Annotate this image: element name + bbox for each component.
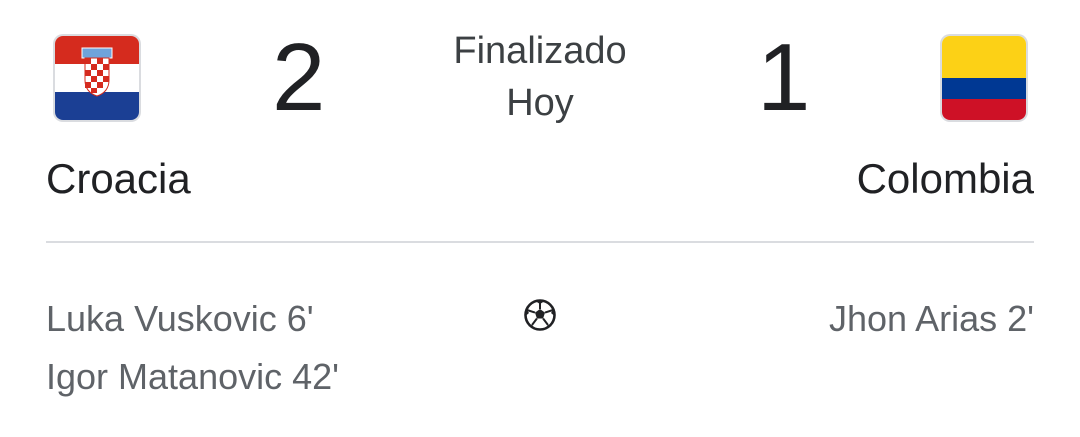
away-scorers-list: Jhon Arias 2' (829, 290, 1034, 348)
match-card[interactable]: 2 Finalizado Hoy 1 Croacia Colombia Luka… (0, 0, 1080, 437)
match-date: Hoy (506, 82, 574, 124)
colombia-flag-icon (942, 36, 1026, 120)
match-status: Finalizado (453, 30, 627, 72)
away-score: 1 (757, 24, 811, 131)
home-team-name[interactable]: Croacia (46, 154, 191, 204)
soccer-ball-icon (523, 298, 557, 332)
divider (46, 241, 1034, 243)
home-scorer: Luka Vuskovic 6' (46, 298, 314, 339)
away-team-name[interactable]: Colombia (857, 154, 1034, 204)
away-scorer: Jhon Arias 2' (829, 298, 1034, 339)
croatia-flag-icon (55, 36, 139, 120)
home-scorer: Igor Matanovic 42' (46, 356, 340, 397)
home-score: 2 (272, 24, 326, 131)
home-scorers-list: Luka Vuskovic 6' Igor Matanovic 42' (46, 290, 339, 406)
